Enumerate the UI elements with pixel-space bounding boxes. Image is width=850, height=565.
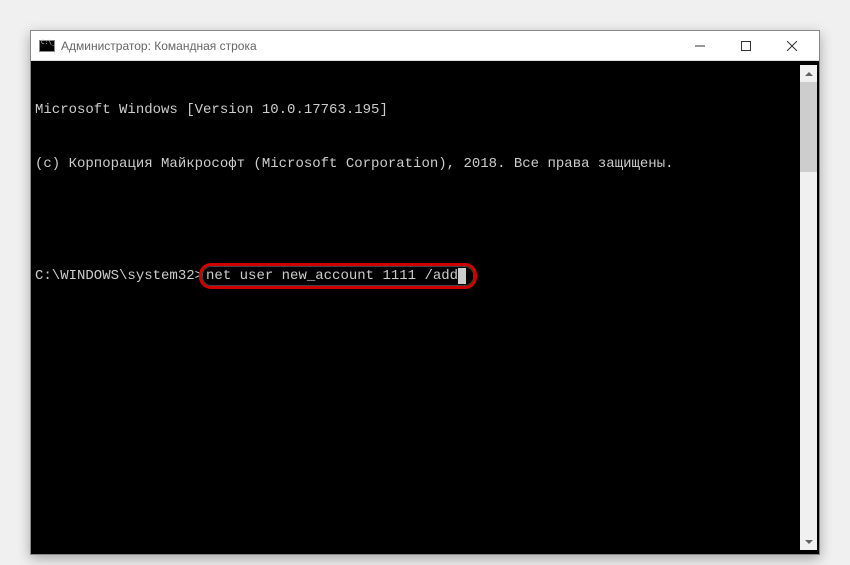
prompt-line: C:\WINDOWS\system32>net user new_account… [35,263,800,289]
terminal-output-line: Microsoft Windows [Version 10.0.17763.19… [35,101,800,119]
vertical-scrollbar[interactable] [800,65,817,550]
cmd-icon [39,40,55,52]
terminal-content[interactable]: Microsoft Windows [Version 10.0.17763.19… [35,65,800,550]
prompt-text: C:\WINDOWS\system32> [35,268,203,284]
command-prompt-window: Администратор: Командная строка Microsof… [30,30,820,555]
minimize-button[interactable] [677,31,723,60]
command-text: net user new_account 1111 /add [206,268,458,284]
window-title: Администратор: Командная строка [61,39,677,53]
command-highlight: net user new_account 1111 /add [199,263,477,289]
scrollbar-thumb[interactable] [800,82,817,172]
terminal-blank-line [35,209,800,227]
titlebar[interactable]: Администратор: Командная строка [31,31,819,61]
maximize-button[interactable] [723,31,769,60]
terminal-output-line: (c) Корпорация Майкрософт (Microsoft Cor… [35,155,800,173]
terminal-area[interactable]: Microsoft Windows [Version 10.0.17763.19… [31,61,819,554]
window-controls [677,31,815,60]
text-cursor [458,268,466,284]
close-button[interactable] [769,31,815,60]
scrollbar-down-button[interactable] [800,533,817,550]
scrollbar-up-button[interactable] [800,65,817,82]
